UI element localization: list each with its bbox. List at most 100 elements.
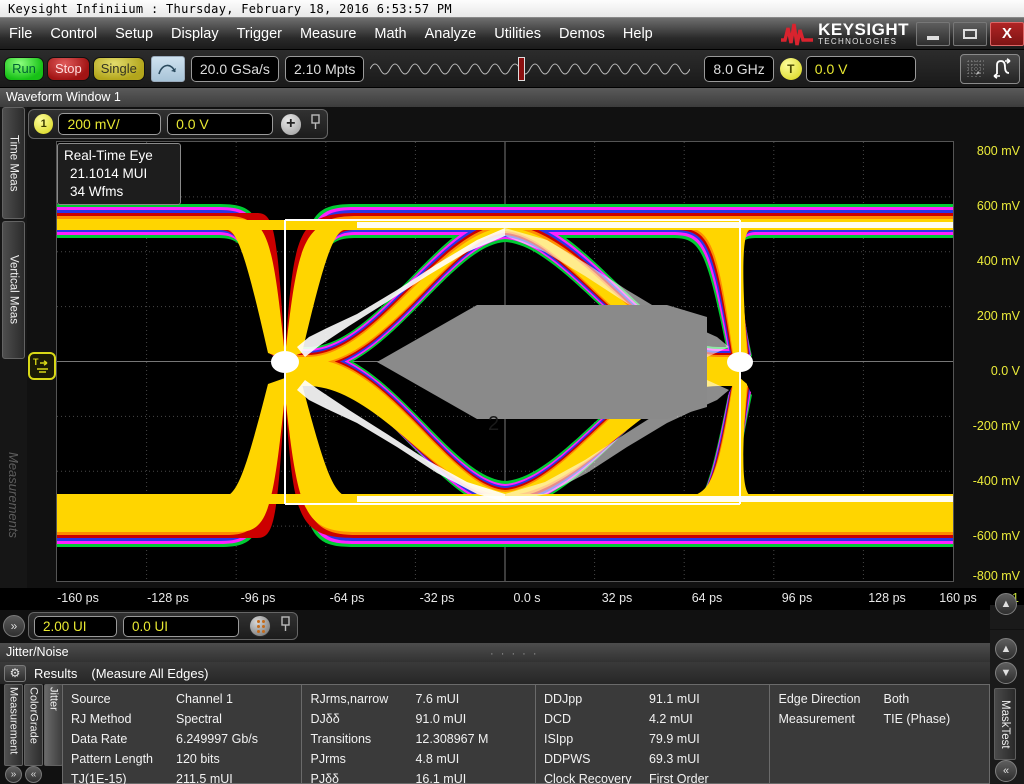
scroll-up-icon[interactable]: ▲: [995, 638, 1017, 660]
row-key: Edge Direction: [778, 692, 861, 706]
autoscale-icon[interactable]: [150, 55, 185, 82]
channel-scale-field[interactable]: 200 mV/: [58, 113, 162, 135]
menu-bar: File Control Setup Display Trigger Measu…: [0, 18, 1024, 50]
table-row: Clock Recovery First Order: [544, 769, 770, 784]
table-row: DCD 4.2 mUI: [544, 709, 770, 729]
svg-text:T: T: [33, 357, 39, 367]
y-tick-neg400mv: -400 mV: [972, 474, 1020, 488]
table-row: PJrms 4.8 mUI: [310, 749, 535, 769]
table-row: TJ(1E-15) 211.5 mUI: [71, 769, 301, 784]
bandwidth-field[interactable]: 8.0 GHz: [704, 55, 774, 82]
x-tick-128ps: 128 ps: [868, 591, 906, 605]
brand-text: KEYSIGHT TECHNOLOGIES: [818, 21, 909, 46]
row-key: DDJpp: [543, 692, 583, 706]
results-tab-measurement[interactable]: Measurement: [4, 684, 23, 766]
menu-item-measure[interactable]: Measure: [292, 23, 364, 45]
table-row: DJδδ 91.0 mUI: [310, 709, 535, 729]
add-channel-button[interactable]: +: [280, 113, 301, 135]
row-value: 69.3 mUI: [648, 752, 700, 766]
x-tick-neg128ps: -128 ps: [147, 591, 189, 605]
results-subtitle: (Measure All Edges): [91, 665, 209, 681]
sidebar-tab-mask-test-label: MaskTest: [999, 699, 1011, 749]
results-tab-jitter[interactable]: Jitter: [44, 684, 63, 766]
eye-diagram-plot[interactable]: 2: [56, 141, 954, 582]
pin-icon[interactable]: [309, 114, 322, 134]
row-key: PJrms: [310, 752, 346, 766]
sidebar-tab-time-meas[interactable]: Time Meas: [2, 107, 25, 219]
ui-span-field[interactable]: 2.00 UI: [34, 615, 117, 637]
jitter-noise-title: Jitter/Noise: [6, 645, 69, 659]
scroll-up-button[interactable]: ▲: [995, 593, 1017, 615]
x-tick-64ps: 64 ps: [691, 591, 723, 605]
close-button[interactable]: X: [990, 21, 1024, 46]
trigger-level-icon[interactable]: T: [28, 352, 56, 380]
x-tick-160ps: 160 ps: [939, 591, 977, 605]
stop-button[interactable]: Stop: [47, 56, 90, 81]
channel-number-badge[interactable]: 1: [34, 114, 54, 134]
results-tab-rail: Measurement ColorGrade Jitter » «: [0, 684, 63, 784]
trigger-level-field[interactable]: 0.0 V: [805, 55, 916, 82]
row-key: ISIpp: [543, 732, 574, 746]
row-value: 7.6 mUI: [415, 692, 460, 706]
x-tick-neg32ps: -32 ps: [419, 591, 455, 605]
y-tick-800mv: 800 mV: [976, 144, 1020, 158]
x-tick-0s: 0.0 s: [513, 591, 541, 605]
row-key: Transitions: [310, 732, 372, 746]
run-button[interactable]: Run: [4, 56, 44, 81]
results-tab-measurement-label: Measurement: [7, 687, 20, 755]
eye-pattern-icon[interactable]: [249, 615, 271, 637]
results-scroll-down-icon[interactable]: »: [5, 766, 22, 783]
x-tick-neg160ps: -160 ps: [57, 591, 99, 605]
table-row: Source Channel 1: [71, 689, 301, 709]
gear-icon[interactable]: ⚙: [4, 664, 26, 682]
x-tick-neg64ps: -64 ps: [329, 591, 365, 605]
sidebar-tab-mask-test[interactable]: MaskTest: [994, 688, 1016, 760]
results-tab-jitter-label: Jitter: [47, 687, 60, 711]
sidebar-tab-measurements[interactable]: Measurements: [2, 387, 25, 602]
channel-offset-field[interactable]: 0.0 V: [167, 113, 273, 135]
menu-item-math[interactable]: Math: [366, 23, 414, 45]
sample-rate-field[interactable]: 20.0 GSa/s: [190, 55, 279, 82]
results-tab-colorgrade[interactable]: ColorGrade: [24, 684, 43, 766]
x-tick-96ps: 96 ps: [781, 591, 813, 605]
scroll-down-icon[interactable]: ▼: [995, 662, 1017, 684]
y-axis-labels: 800 mV 600 mV 400 mV 200 mV 0.0 V -200 m…: [958, 141, 1024, 583]
trigger-position-marker[interactable]: [518, 56, 526, 81]
minimize-button[interactable]: [916, 21, 950, 46]
waveform-navigate-button[interactable]: [960, 53, 1020, 84]
ui-position-field[interactable]: 0.0 UI: [122, 615, 240, 637]
results-scroll-up-icon[interactable]: «: [25, 766, 42, 783]
y-tick-neg600mv: -600 mV: [972, 529, 1020, 543]
menu-item-help[interactable]: Help: [615, 23, 661, 45]
navigate-waveform-icon: [993, 57, 1010, 79]
menu-item-utilities[interactable]: Utilities: [486, 23, 549, 45]
row-value: 4.2 mUI: [648, 712, 693, 726]
row-value: Channel 1: [176, 692, 233, 706]
single-button[interactable]: Single: [92, 56, 145, 81]
trigger-badge[interactable]: T: [779, 57, 802, 80]
row-value: 16.1 mUI: [415, 772, 467, 784]
memory-depth-field[interactable]: 2.10 Mpts: [284, 55, 365, 82]
menu-item-trigger[interactable]: Trigger: [229, 23, 290, 45]
row-key: Source: [71, 692, 111, 706]
expand-left-panel-button[interactable]: »: [3, 615, 25, 637]
menu-item-control[interactable]: Control: [42, 23, 105, 45]
menu-item-display[interactable]: Display: [163, 23, 227, 45]
menu-item-analyze[interactable]: Analyze: [417, 23, 485, 45]
collapse-right-panel-icon[interactable]: «: [995, 760, 1017, 782]
menu-item-demos[interactable]: Demos: [551, 23, 613, 45]
sidebar-tab-vertical-meas[interactable]: Vertical Meas: [2, 221, 25, 359]
trigger-level-glyph-icon: T: [33, 357, 48, 373]
results-header: ⚙ Results (Measure All Edges): [0, 662, 1024, 684]
row-key: DJδδ: [310, 712, 340, 726]
autoscale-arrow-icon: [158, 64, 176, 74]
maximize-button[interactable]: [953, 21, 987, 46]
y-tick-neg800mv: -800 mV: [972, 569, 1020, 583]
ui-pin-icon[interactable]: [279, 616, 292, 636]
eye-legend-waveforms: 34 Wfms: [70, 183, 124, 199]
menu-item-setup[interactable]: Setup: [107, 23, 161, 45]
menu-item-file[interactable]: File: [1, 23, 40, 45]
horizontal-position-slider[interactable]: [369, 54, 691, 84]
table-row: DDJpp 91.1 mUI: [544, 689, 770, 709]
row-key: Pattern Length: [71, 752, 154, 766]
